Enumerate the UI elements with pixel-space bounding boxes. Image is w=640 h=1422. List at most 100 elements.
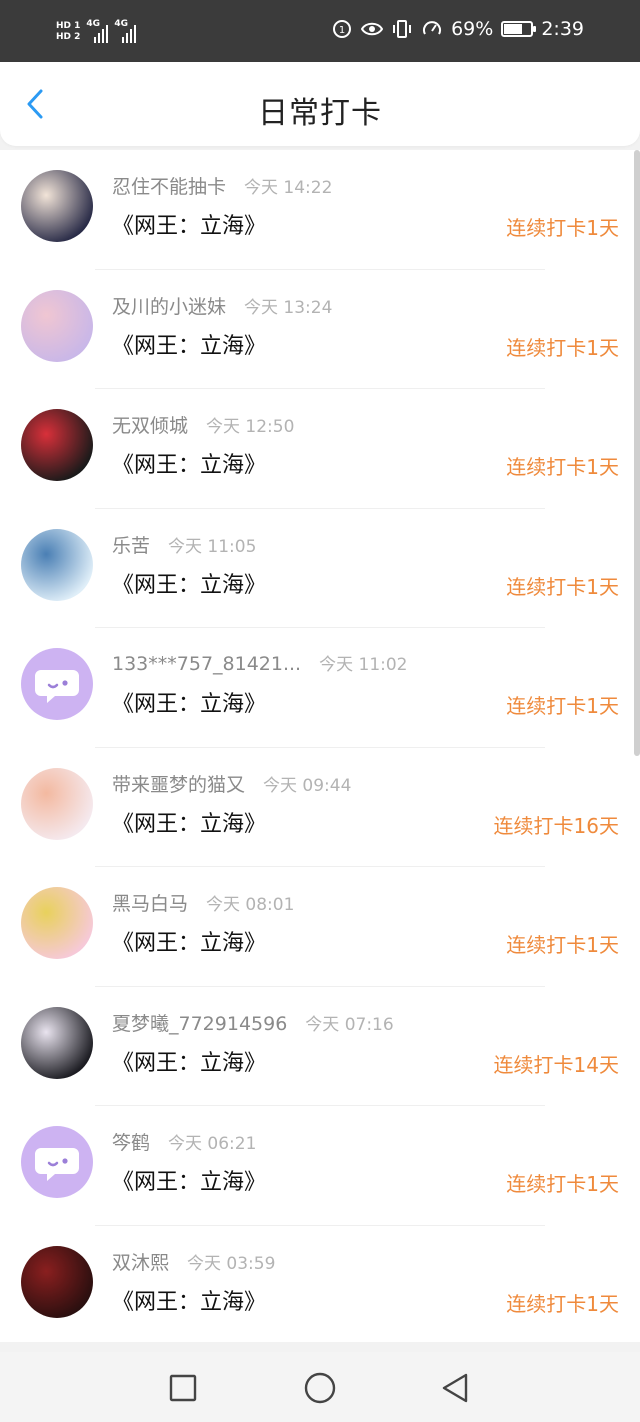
checkin-row[interactable]: 无双倾城 今天 12:50 《网王：立海》 连续打卡1天	[0, 389, 640, 509]
name-line: 无双倾城 今天 12:50	[112, 411, 294, 438]
book-title[interactable]: 《网王：立海》	[112, 328, 266, 360]
checkin-row[interactable]: 及川的小迷妹 今天 13:24 《网王：立海》 连续打卡1天	[0, 270, 640, 389]
streak-label: 连续打卡1天	[506, 1291, 619, 1316]
nav-back-button[interactable]	[437, 1370, 473, 1406]
username[interactable]: 黑马白马	[112, 889, 188, 916]
book-title[interactable]: 《网王：立海》	[112, 686, 266, 718]
recent-apps-button[interactable]	[165, 1370, 201, 1406]
scrollbar[interactable]	[634, 150, 640, 756]
name-line: 乐苦 今天 11:05	[112, 531, 256, 558]
system-nav-bar	[0, 1352, 640, 1422]
streak-label: 连续打卡1天	[506, 574, 619, 599]
net1-label: 4G	[86, 19, 101, 29]
avatar[interactable]	[21, 170, 93, 242]
name-line: 黑马白马 今天 08:01	[112, 889, 294, 916]
checkin-time: 今天 08:01	[206, 895, 295, 915]
name-line: 双沐熙 今天 03:59	[112, 1248, 275, 1275]
data-saver-icon: 1	[331, 18, 353, 40]
battery-icon	[501, 21, 537, 37]
checkin-row[interactable]: 双沐熙 今天 03:59 《网王：立海》 连续打卡1天	[0, 1226, 640, 1343]
streak-label: 连续打卡1天	[506, 216, 619, 240]
checkin-row[interactable]: 黑马白马 今天 08:01 《网王：立海》 连续打卡1天	[0, 867, 640, 987]
avatar[interactable]	[21, 767, 93, 840]
checkin-row[interactable]: 带来噩梦的猫又 今天 09:44 《网王：立海》 连续打卡16天	[0, 748, 640, 867]
checkin-time: 今天 11:02	[319, 655, 408, 675]
checkin-row[interactable]: 忍住不能抽卡 今天 14:22 《网王：立海》 连续打卡1天	[0, 150, 640, 270]
avatar[interactable]	[21, 409, 93, 481]
signal-icon-2: 4G	[114, 19, 137, 43]
checkin-row[interactable]: 笒鹤 今天 06:21 《网王：立海》 连续打卡1天	[0, 1106, 640, 1226]
checkin-row[interactable]: 乐苦 今天 11:05 《网王：立海》 连续打卡1天	[0, 509, 640, 628]
checkin-time: 今天 03:59	[187, 1253, 276, 1274]
square-icon	[169, 1374, 197, 1402]
username[interactable]: 笒鹤	[112, 1128, 150, 1155]
streak-label: 连续打卡1天	[506, 933, 619, 957]
hd2-label: HD 2	[56, 32, 81, 42]
name-line: 及川的小迷妹 今天 13:24	[112, 292, 332, 319]
book-title[interactable]: 《网王：立海》	[112, 208, 266, 240]
hd-indicator: HD 1 HD 2	[56, 21, 80, 43]
net2-label: 4G	[114, 19, 129, 29]
book-title[interactable]: 《网王：立海》	[112, 1284, 266, 1316]
hd1-label: HD 1	[56, 21, 81, 31]
vibrate-icon	[391, 18, 413, 40]
checkin-time: 今天 07:16	[305, 1014, 394, 1035]
checkin-time: 今天 11:05	[168, 536, 257, 557]
battery-percent: 69%	[451, 18, 494, 40]
streak-label: 连续打卡1天	[506, 455, 619, 479]
avatar[interactable]	[21, 289, 93, 362]
username[interactable]: 忍住不能抽卡	[112, 172, 226, 199]
avatar[interactable]	[21, 648, 93, 720]
streak-label: 连续打卡1天	[506, 1172, 619, 1196]
page-title: 日常打卡	[258, 96, 382, 131]
avatar[interactable]	[21, 1126, 93, 1198]
name-line: 带来噩梦的猫又 今天 09:44	[112, 770, 351, 797]
name-line: 133***757_81421... 今天 11:02	[112, 650, 408, 675]
name-line: 忍住不能抽卡 今天 14:22	[112, 172, 332, 199]
eye-comfort-icon	[361, 18, 384, 40]
chat-bubble-icon	[35, 1148, 79, 1181]
chat-bubble-icon	[35, 670, 79, 703]
username[interactable]: 夏梦曦_772914596	[112, 1009, 287, 1036]
speed-icon	[421, 18, 443, 40]
avatar[interactable]	[21, 528, 93, 601]
app-header: 日常打卡	[0, 62, 640, 146]
name-line: 笒鹤 今天 06:21	[112, 1128, 256, 1155]
username[interactable]: 133***757_81421...	[112, 653, 301, 675]
home-button[interactable]	[302, 1370, 338, 1406]
name-line: 夏梦曦_772914596 今天 07:16	[112, 1009, 394, 1036]
username[interactable]: 带来噩梦的猫又	[112, 770, 245, 797]
checkin-list[interactable]: 忍住不能抽卡 今天 14:22 《网王：立海》 连续打卡1天 及川的小迷妹 今天 13:2…	[0, 150, 640, 1342]
checkin-time: 今天 06:21	[168, 1134, 257, 1154]
book-title[interactable]: 《网王：立海》	[112, 447, 266, 479]
checkin-time: 今天 14:22	[244, 178, 333, 198]
clock: 2:39	[541, 18, 584, 40]
status-right: 1 69% 2:39	[331, 18, 584, 40]
signal-icon-1: 4G	[86, 19, 109, 43]
streak-label: 连续打卡16天	[493, 813, 619, 838]
username[interactable]: 乐苦	[112, 531, 150, 558]
streak-label: 连续打卡1天	[506, 335, 619, 360]
username[interactable]: 及川的小迷妹	[112, 292, 226, 319]
username[interactable]: 双沐熙	[112, 1248, 169, 1275]
book-title[interactable]: 《网王：立海》	[112, 1045, 266, 1077]
network-indicators: HD 1 HD 2 4G 4G	[56, 14, 137, 50]
checkin-time: 今天 13:24	[244, 297, 333, 318]
checkin-row[interactable]: 夏梦曦_772914596 今天 07:16 《网王：立海》 连续打卡14天	[0, 987, 640, 1106]
checkin-time: 今天 09:44	[263, 775, 352, 796]
triangle-back-icon	[442, 1373, 468, 1403]
streak-label: 连续打卡1天	[506, 694, 619, 718]
username[interactable]: 无双倾城	[112, 411, 188, 438]
checkin-time: 今天 12:50	[206, 417, 295, 437]
avatar[interactable]	[21, 1245, 93, 1318]
avatar[interactable]	[21, 887, 93, 959]
streak-label: 连续打卡14天	[493, 1052, 619, 1077]
book-title[interactable]: 《网王：立海》	[112, 1164, 266, 1196]
circle-icon	[304, 1372, 336, 1404]
status-bar: HD 1 HD 2 4G 4G 1 69% 2:39	[0, 0, 640, 62]
avatar[interactable]	[21, 1006, 93, 1079]
book-title[interactable]: 《网王：立海》	[112, 806, 266, 838]
checkin-row[interactable]: 133***757_81421... 今天 11:02 《网王：立海》 连续打卡1天	[0, 628, 640, 748]
book-title[interactable]: 《网王：立海》	[112, 925, 266, 957]
book-title[interactable]: 《网王：立海》	[112, 567, 266, 599]
